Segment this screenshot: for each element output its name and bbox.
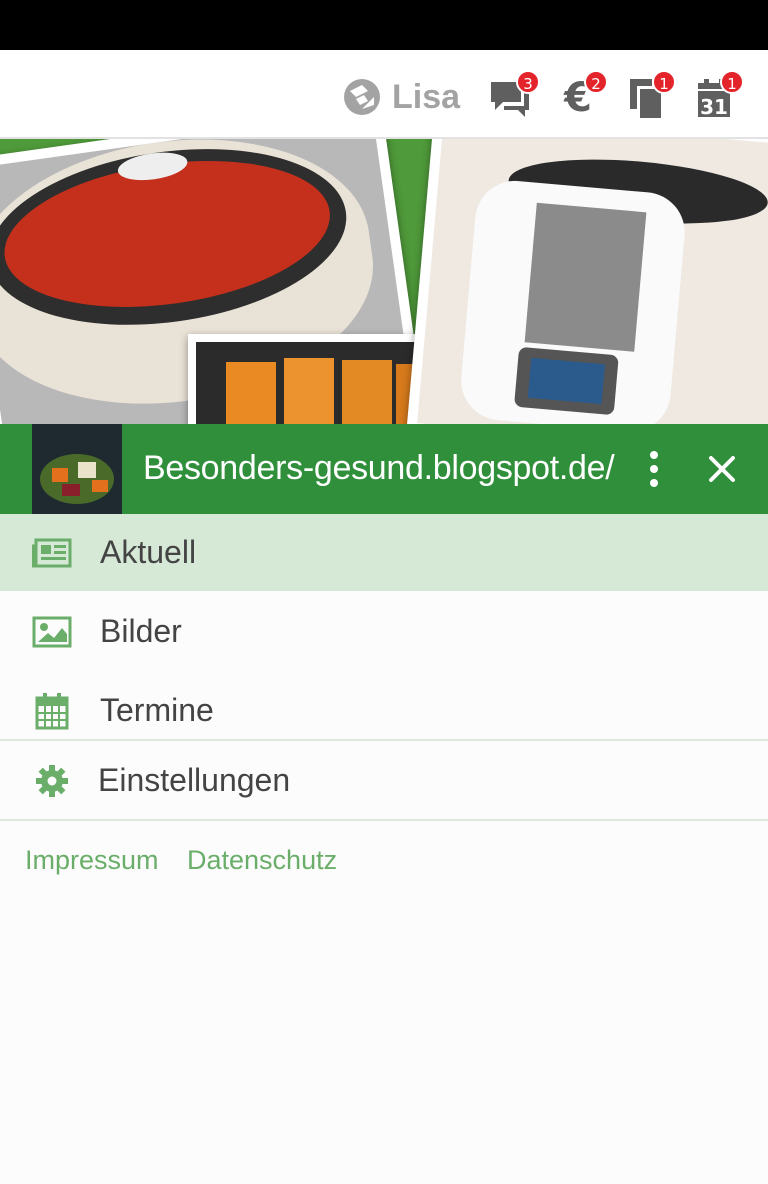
menu-label: Termine — [100, 692, 214, 728]
image-icon — [32, 612, 72, 652]
documents-badge: 1 — [652, 70, 676, 94]
kebab-dot — [650, 479, 658, 487]
payments-badge: 2 — [584, 70, 608, 94]
menu-label: Bilder — [100, 613, 182, 649]
user-profile[interactable]: Lisa — [342, 77, 460, 117]
messages-badge: 3 — [516, 70, 540, 94]
photo-jars — [188, 334, 440, 425]
newspaper-icon — [32, 533, 72, 573]
calendar-button[interactable]: 31 1 — [692, 70, 744, 120]
page-title: Besonders-gesund.blogspot.de/ — [143, 449, 615, 487]
page-header: Besonders-gesund.blogspot.de/ — [0, 424, 768, 514]
menu-item-bilder[interactable]: Bilder — [0, 593, 768, 670]
menu-label: Einstellungen — [98, 762, 291, 798]
calendar-badge: 1 — [720, 70, 744, 94]
documents-button[interactable]: 1 — [624, 70, 676, 120]
logo-icon — [344, 79, 380, 115]
menu-divider — [0, 739, 768, 741]
menu-divider — [0, 819, 768, 821]
status-bar — [0, 0, 768, 50]
calendar-day: 31 — [700, 95, 728, 119]
more-options-button[interactable] — [632, 444, 676, 494]
impressum-link[interactable]: Impressum — [25, 845, 159, 876]
page-thumbnail[interactable] — [32, 424, 122, 514]
menu-label: Aktuell — [100, 534, 197, 570]
photo-thermomix — [406, 139, 768, 425]
cover-image — [0, 139, 768, 425]
kebab-dot — [650, 451, 658, 459]
user-name: Lisa — [392, 77, 461, 116]
menu-item-termine[interactable]: Termine — [0, 672, 768, 749]
messages-button[interactable]: 3 — [488, 70, 540, 120]
kebab-dot — [650, 465, 658, 473]
payments-button[interactable]: € 2 — [556, 70, 608, 120]
calendar-icon — [32, 691, 72, 731]
close-icon — [709, 456, 735, 482]
top-bar: Lisa 3 € 2 1 31 1 — [0, 50, 768, 139]
menu-item-einstellungen[interactable]: Einstellungen — [0, 742, 768, 819]
menu-item-aktuell[interactable]: Aktuell — [0, 514, 768, 591]
datenschutz-link[interactable]: Datenschutz — [187, 845, 337, 876]
close-button[interactable] — [700, 446, 744, 492]
gear-icon — [32, 761, 72, 801]
